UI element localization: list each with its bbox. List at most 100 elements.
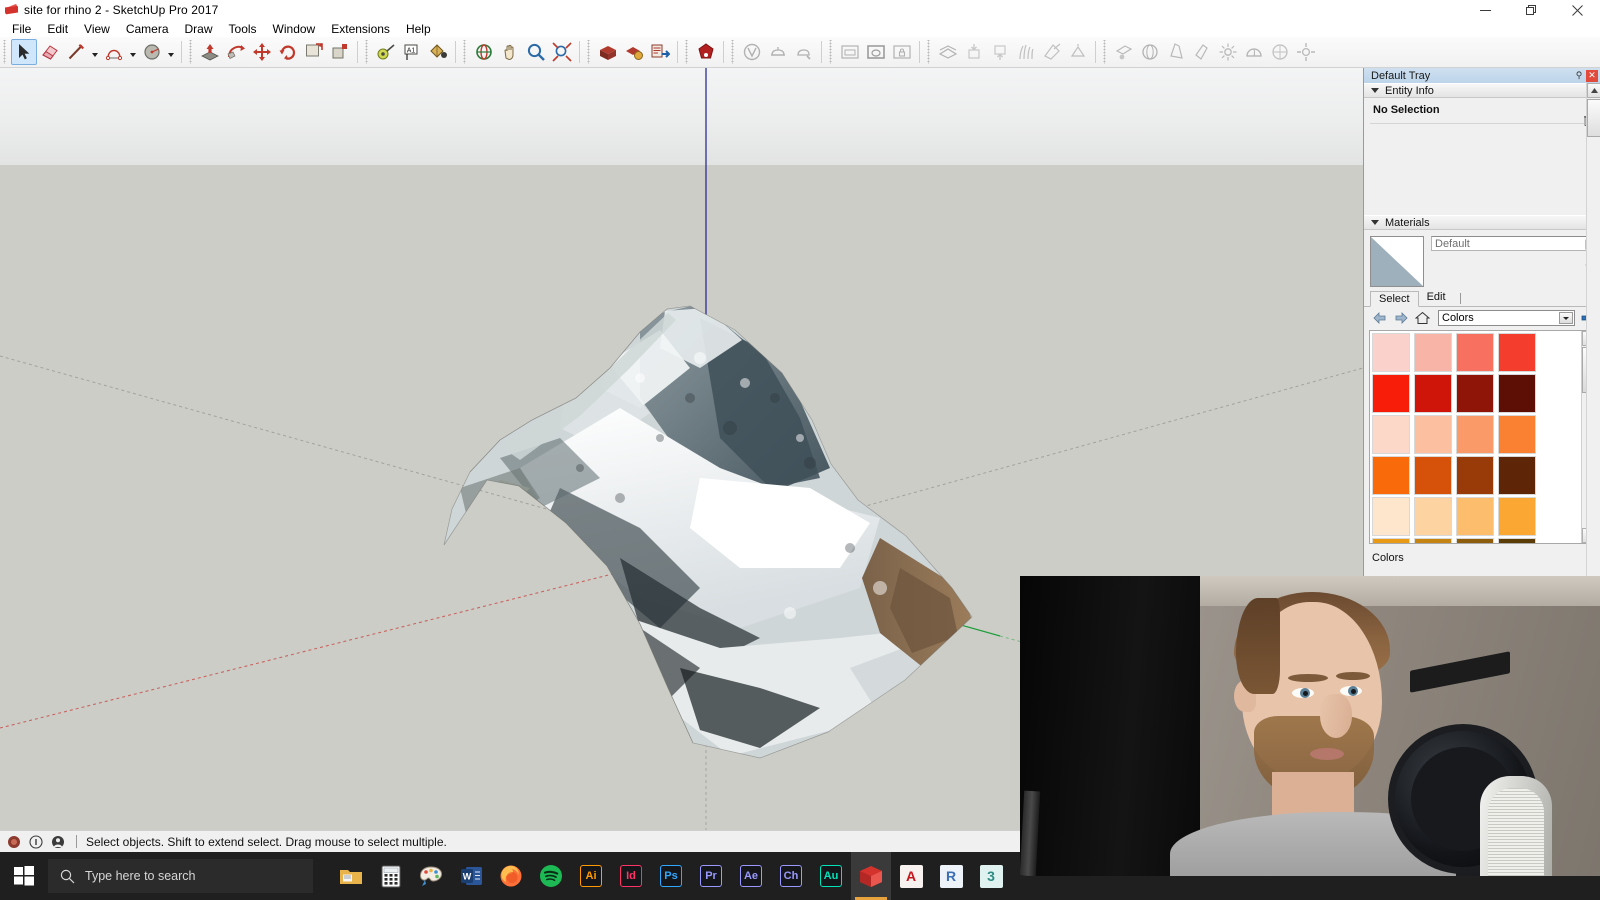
color-swatch-panel[interactable] (1369, 330, 1597, 544)
toolbar-grip[interactable] (926, 40, 933, 64)
tray-close-icon[interactable]: ✕ (1586, 69, 1598, 82)
toolbar-grip[interactable] (586, 40, 593, 64)
circle-tool-dropdown[interactable] (165, 39, 177, 65)
toolbar-grip[interactable] (828, 40, 835, 64)
color-swatch[interactable] (1372, 374, 1410, 413)
vray-frame-buffer-icon[interactable] (837, 39, 863, 65)
menu-tools[interactable]: Tools (221, 21, 265, 37)
toolbar-grip[interactable] (364, 40, 371, 64)
vray-proxy-import-icon[interactable] (961, 39, 987, 65)
circle-tool[interactable] (139, 39, 165, 65)
zoom-tool[interactable] (523, 39, 549, 65)
paint-icon[interactable] (411, 852, 451, 900)
text-tool[interactable]: A1 (399, 39, 425, 65)
toolbar-grip[interactable] (684, 40, 691, 64)
toolbar-grip[interactable] (730, 40, 737, 64)
spotify-icon[interactable] (531, 852, 571, 900)
color-swatch[interactable] (1456, 497, 1494, 536)
color-swatch[interactable] (1498, 497, 1536, 536)
color-swatch[interactable] (1372, 415, 1410, 454)
tab-edit[interactable]: Edit (1419, 290, 1454, 306)
move-tool[interactable] (249, 39, 275, 65)
minimize-button[interactable] (1462, 0, 1508, 20)
color-swatch[interactable] (1498, 415, 1536, 454)
offset-tool[interactable] (301, 39, 327, 65)
character-animator-icon[interactable]: Ch (771, 852, 811, 900)
aftereffects-icon[interactable]: Ae (731, 852, 771, 900)
toolbar-grip[interactable] (2, 40, 9, 64)
audition-icon[interactable]: Au (811, 852, 851, 900)
vray-asset-editor-icon[interactable] (765, 39, 791, 65)
tray-scrollbar-thumb[interactable] (1587, 99, 1600, 137)
vray-proxy-export-icon[interactable] (987, 39, 1013, 65)
menu-draw[interactable]: Draw (177, 21, 221, 37)
search-input[interactable]: Type here to search (48, 859, 313, 893)
menu-camera[interactable]: Camera (118, 21, 177, 37)
color-swatch[interactable] (1414, 497, 1452, 536)
sketchup-status-icon[interactable] (6, 834, 22, 850)
material-library-select[interactable]: Colors (1438, 310, 1575, 326)
info-circle-icon[interactable] (28, 834, 44, 850)
vray-fur-icon[interactable] (1013, 39, 1039, 65)
vray-material-picker-icon[interactable] (791, 39, 817, 65)
restore-button[interactable] (1508, 0, 1554, 20)
account-icon[interactable] (50, 834, 66, 850)
vray-mesh-light-icon[interactable] (1065, 39, 1091, 65)
orbit-tool[interactable] (471, 39, 497, 65)
indesign-icon[interactable]: Id (611, 852, 651, 900)
rhino-icon[interactable]: R (931, 852, 971, 900)
vray-ies-light-icon[interactable] (1189, 39, 1215, 65)
scale-tool[interactable] (327, 39, 353, 65)
arc-tool-dropdown[interactable] (127, 39, 139, 65)
calculator-icon[interactable] (371, 852, 411, 900)
paint-bucket-tool[interactable] (425, 39, 451, 65)
vray-spot-light-icon[interactable] (1163, 39, 1189, 65)
color-swatch[interactable] (1372, 456, 1410, 495)
select-tool[interactable] (11, 39, 37, 65)
color-swatch[interactable] (1414, 415, 1452, 454)
color-swatch[interactable] (1414, 456, 1452, 495)
vray-omni-light-icon[interactable] (1215, 39, 1241, 65)
menu-edit[interactable]: Edit (39, 21, 76, 37)
menu-window[interactable]: Window (265, 21, 324, 37)
share-model-tool[interactable] (621, 39, 647, 65)
autocad-icon[interactable]: A (891, 852, 931, 900)
vray-sun-light-icon[interactable] (1267, 39, 1293, 65)
color-swatch[interactable] (1498, 374, 1536, 413)
vray-render-interactive-icon[interactable] (739, 39, 765, 65)
vray-clipper-icon[interactable] (1039, 39, 1065, 65)
close-button[interactable] (1554, 0, 1600, 20)
vray-rectangle-light-icon[interactable] (1111, 39, 1137, 65)
tape-measure-tool[interactable] (373, 39, 399, 65)
vray-lock-camera-icon[interactable] (889, 39, 915, 65)
tab-select[interactable]: Select (1370, 291, 1419, 307)
vray-batch-render-icon[interactable] (863, 39, 889, 65)
line-tool[interactable] (63, 39, 89, 65)
color-swatch[interactable] (1414, 374, 1452, 413)
vray-sphere-light-icon[interactable] (1137, 39, 1163, 65)
color-swatch[interactable] (1414, 333, 1452, 372)
color-swatch[interactable] (1456, 456, 1494, 495)
home-icon[interactable] (1413, 310, 1431, 326)
color-swatch[interactable] (1456, 374, 1494, 413)
pan-tool[interactable] (497, 39, 523, 65)
toolbar-grip[interactable] (1102, 40, 1109, 64)
file-explorer-icon[interactable] (331, 852, 371, 900)
tray-pin-icon[interactable]: ⚲ (1573, 70, 1585, 82)
pushpull-tool[interactable] (197, 39, 223, 65)
forward-arrow-icon[interactable] (1392, 310, 1410, 326)
menu-extensions[interactable]: Extensions (323, 21, 398, 37)
menu-view[interactable]: View (76, 21, 118, 37)
color-swatch[interactable] (1372, 497, 1410, 536)
tray-scroll-up-button[interactable] (1587, 83, 1600, 98)
material-name-field[interactable]: Default (1431, 236, 1594, 251)
chevron-down-icon[interactable] (1559, 312, 1573, 324)
illustrator-icon[interactable]: Ai (571, 852, 611, 900)
photoshop-icon[interactable]: Ps (651, 852, 691, 900)
warehouse-3d-tool[interactable] (595, 39, 621, 65)
zoom-extents-tool[interactable] (549, 39, 575, 65)
premiere-icon[interactable]: Pr (691, 852, 731, 900)
menu-file[interactable]: File (4, 21, 39, 37)
sketchup-taskbar-icon[interactable] (851, 852, 891, 900)
start-button[interactable] (0, 852, 48, 900)
